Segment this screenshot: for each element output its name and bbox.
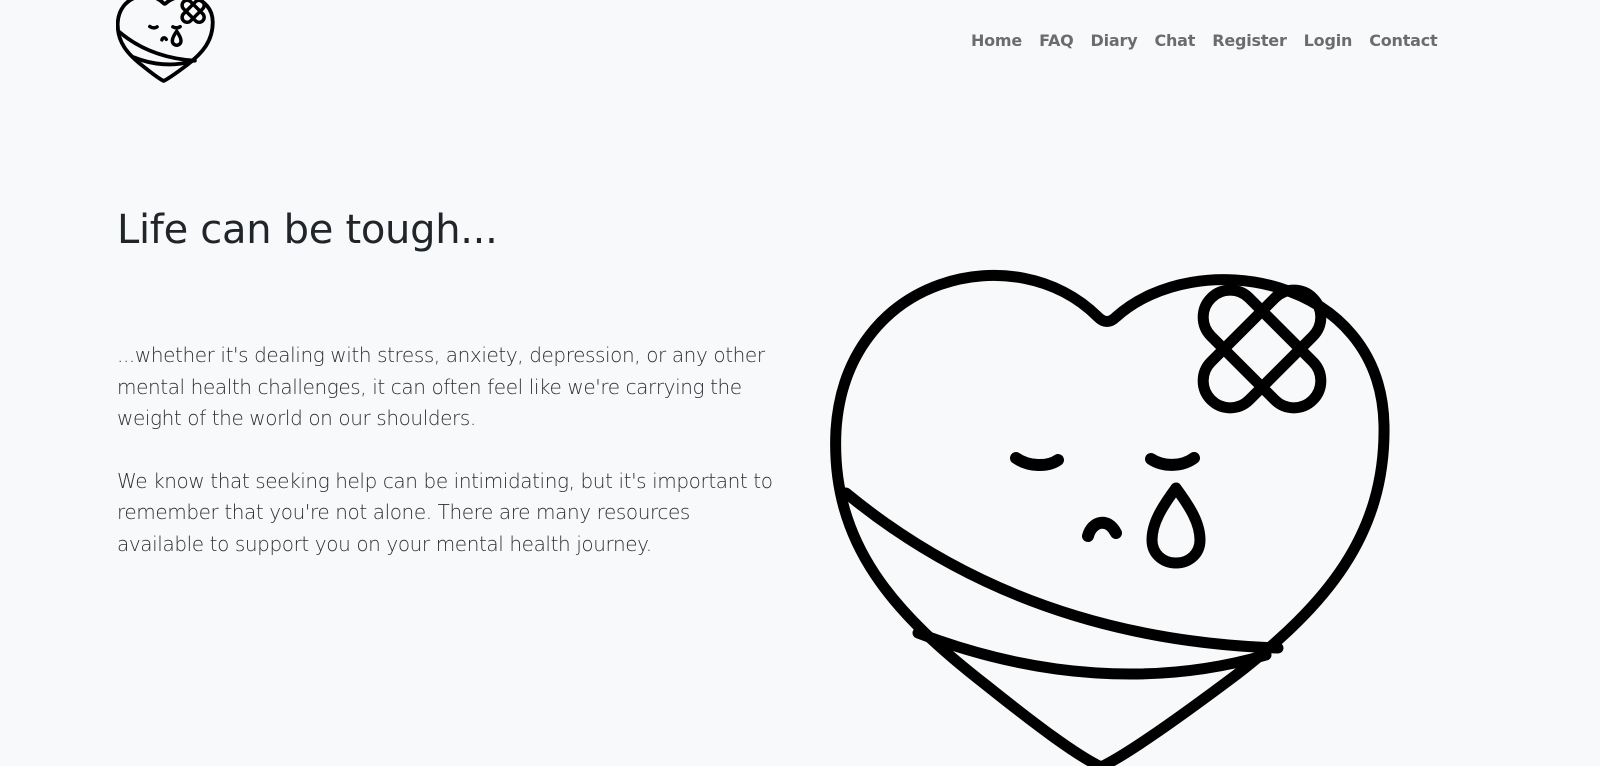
crying-bandaged-heart-icon — [116, 0, 220, 86]
hero-paragraph: ...whether it's dealing with stress, anx… — [117, 343, 765, 430]
nav-link-login[interactable]: Login — [1295, 29, 1361, 53]
crying-bandaged-heart-icon — [826, 255, 1416, 766]
hero-title: Life can be tough... — [117, 207, 498, 253]
main-nav: Home FAQ Diary Chat Register Login Conta… — [962, 29, 1446, 53]
hero-intro: ...whether it's dealing with stress, anx… — [117, 340, 777, 560]
hero-illustration — [826, 255, 1416, 766]
nav-link-home[interactable]: Home — [962, 29, 1030, 53]
nav-link-contact[interactable]: Contact — [1361, 29, 1446, 53]
home-logo-link[interactable] — [116, 0, 220, 86]
nav-link-chat[interactable]: Chat — [1146, 29, 1204, 53]
hero-paragraph: We know that seeking help can be intimid… — [117, 468, 773, 556]
nav-link-register[interactable]: Register — [1204, 29, 1295, 53]
nav-link-diary[interactable]: Diary — [1082, 29, 1146, 53]
nav-link-faq[interactable]: FAQ — [1031, 29, 1082, 53]
